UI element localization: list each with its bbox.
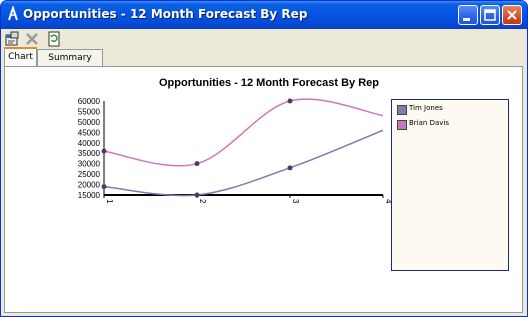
tab-chart[interactable]: Chart [4, 47, 37, 67]
minimize-button[interactable] [458, 5, 478, 25]
minimize-icon [463, 18, 470, 21]
refresh-icon[interactable] [46, 31, 62, 47]
legend-label-tim-jones: Tim Jones [409, 104, 443, 112]
app-logo-icon [8, 6, 18, 21]
legend-label-brian-davis: Brian Davis [409, 119, 449, 127]
tab-summary-data[interactable]: Summary Data [37, 49, 103, 80]
legend-swatch-brian-davis [397, 120, 407, 130]
chart-legend: Tim Jones Brian Davis [391, 99, 509, 271]
title-bar[interactable]: Opportunities - 12 Month Forecast By Rep [1, 1, 527, 29]
tab-chart-label: Chart [8, 52, 33, 62]
app-window: Opportunities - 12 Month Forecast By Rep [0, 0, 528, 317]
delete-icon[interactable] [24, 31, 40, 47]
maximize-icon [484, 9, 496, 21]
legend-swatch-tim-jones [397, 105, 407, 115]
close-icon [507, 10, 517, 20]
properties-icon[interactable] [4, 31, 20, 47]
maximize-button[interactable] [480, 5, 500, 25]
window-title: Opportunities - 12 Month Forecast By Rep [23, 7, 308, 21]
close-button[interactable] [502, 5, 522, 25]
tab-strip: Chart Summary Data [1, 47, 527, 80]
